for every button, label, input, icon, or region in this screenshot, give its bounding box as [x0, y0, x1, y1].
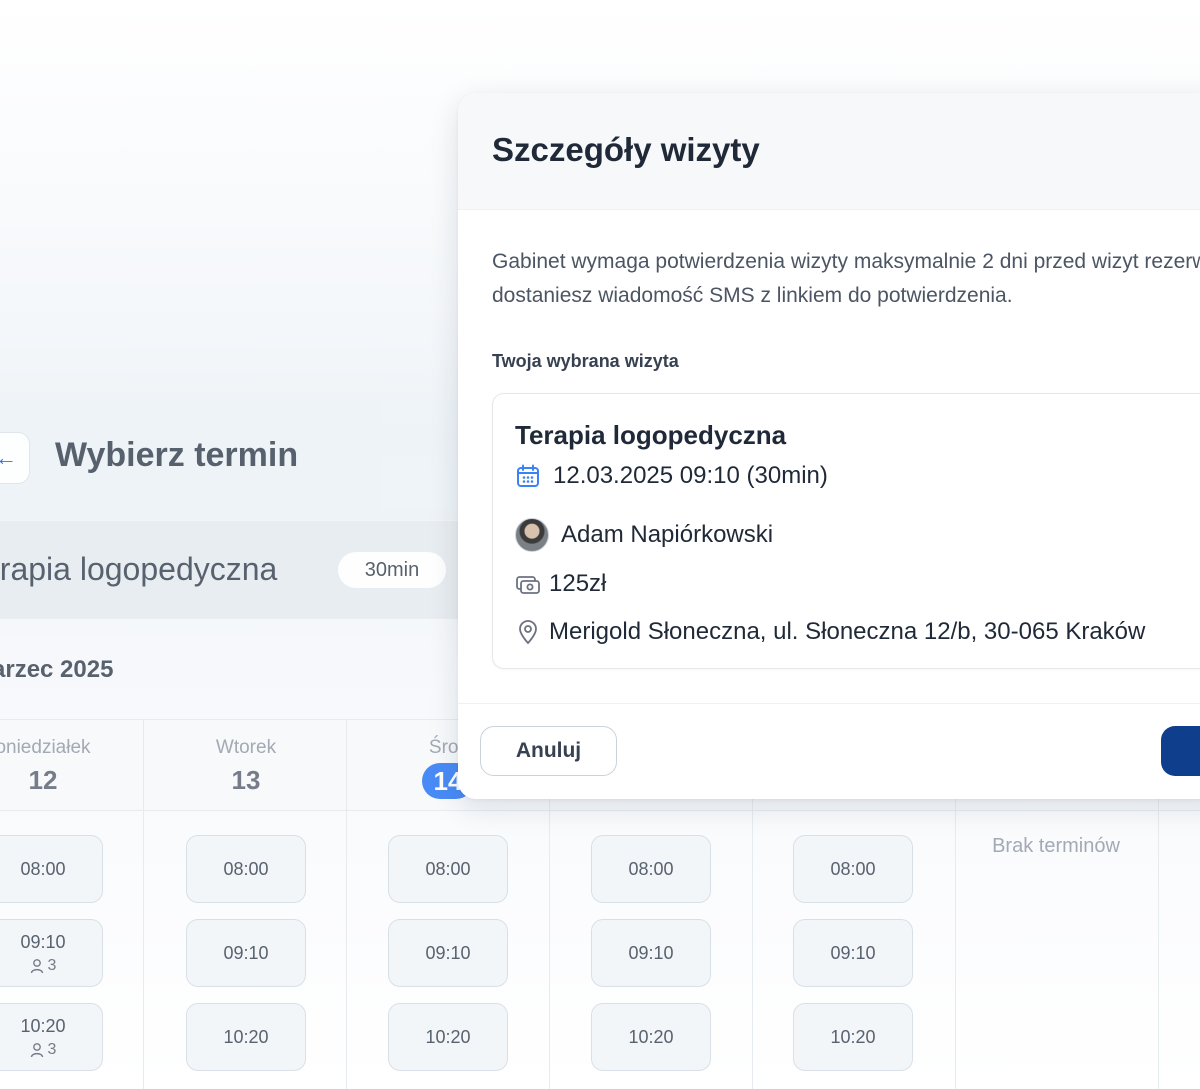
- slot-time: 10:20: [20, 1015, 66, 1036]
- time-slot[interactable]: 08:00: [591, 835, 711, 903]
- avatar: [515, 518, 549, 552]
- confirm-button[interactable]: [1161, 726, 1200, 776]
- day-number[interactable]: 13: [145, 765, 347, 796]
- visit-price-row: 125zł: [515, 570, 606, 598]
- no-slots-text: Brak terminów: [992, 835, 1120, 857]
- slot-time: 08:00: [20, 858, 66, 879]
- person-icon: [30, 958, 43, 973]
- time-slot[interactable]: 08:00: [0, 835, 103, 903]
- visit-location: Merigold Słoneczna, ul. Słoneczna 12/b, …: [549, 618, 1146, 645]
- time-slot[interactable]: 10:20: [388, 1003, 508, 1071]
- visit-datetime: 12.03.2025 09:10 (30min): [553, 462, 828, 489]
- time-slot[interactable]: 10:20 3: [0, 1003, 103, 1071]
- time-slot[interactable]: 09:10: [591, 919, 711, 987]
- time-slot[interactable]: 09:10: [388, 919, 508, 987]
- slot-time: 09:10: [20, 931, 66, 952]
- visit-service: Terapia logopedyczna: [515, 420, 787, 450]
- modal-title: Szczegóły wizyty: [492, 131, 760, 168]
- month-label: arzec 2025: [0, 656, 114, 683]
- cancel-button[interactable]: Anuluj: [480, 726, 617, 776]
- visit-price: 125zł: [549, 570, 607, 597]
- day-name: oniedziałek: [0, 737, 91, 758]
- slot-capacity-count: 3: [47, 956, 57, 974]
- modal-footer: Anuluj: [458, 703, 1200, 799]
- time-slot[interactable]: 09:10: [186, 919, 306, 987]
- duration-badge: 30min: [338, 552, 446, 588]
- modal-header: Szczegóły wizyty: [458, 93, 1200, 210]
- service-name: erapia logopedyczna: [0, 551, 278, 587]
- section-label: Twoja wybrana wizyta: [492, 351, 679, 371]
- visit-specialist: Adam Napiórkowski: [561, 521, 774, 548]
- time-slot[interactable]: 08:00: [186, 835, 306, 903]
- time-slot[interactable]: 08:00: [793, 835, 913, 903]
- slot-capacity-count: 3: [47, 1040, 57, 1058]
- time-slot[interactable]: 10:20: [591, 1003, 711, 1071]
- time-slot[interactable]: 10:20: [186, 1003, 306, 1071]
- back-button[interactable]: ←: [0, 432, 30, 484]
- modal-description: Gabinet wymaga potwierdzenia wizyty maks…: [492, 250, 1200, 307]
- page-title: Wybierz termin: [55, 436, 299, 474]
- visit-location-row: Merigold Słoneczna, ul. Słoneczna 12/b, …: [515, 618, 1145, 646]
- location-pin-icon: [519, 620, 537, 645]
- back-arrow-icon: ←: [0, 445, 17, 470]
- time-slot[interactable]: 08:00: [388, 835, 508, 903]
- day-name: Wtorek: [215, 737, 277, 758]
- visit-details-modal: Szczegóły wizyty Gabinet wymaga potwierd…: [458, 93, 1200, 799]
- visit-card: Terapia logopedyczna 12.03.2025 09:10 (3…: [492, 393, 1200, 669]
- time-slot[interactable]: 10:20: [793, 1003, 913, 1071]
- slot-capacity: 3: [30, 1040, 57, 1059]
- time-slot[interactable]: 09:10: [793, 919, 913, 987]
- day-number[interactable]: 12: [0, 765, 144, 796]
- time-slot[interactable]: 09:10 3: [0, 919, 103, 987]
- money-icon: [516, 576, 540, 594]
- visit-datetime-row: 12.03.2025 09:10 (30min): [515, 462, 828, 490]
- calendar-icon: [517, 464, 539, 487]
- person-icon: [30, 1042, 43, 1057]
- slot-capacity: 3: [30, 956, 57, 975]
- visit-specialist-row: Adam Napiórkowski: [515, 518, 773, 552]
